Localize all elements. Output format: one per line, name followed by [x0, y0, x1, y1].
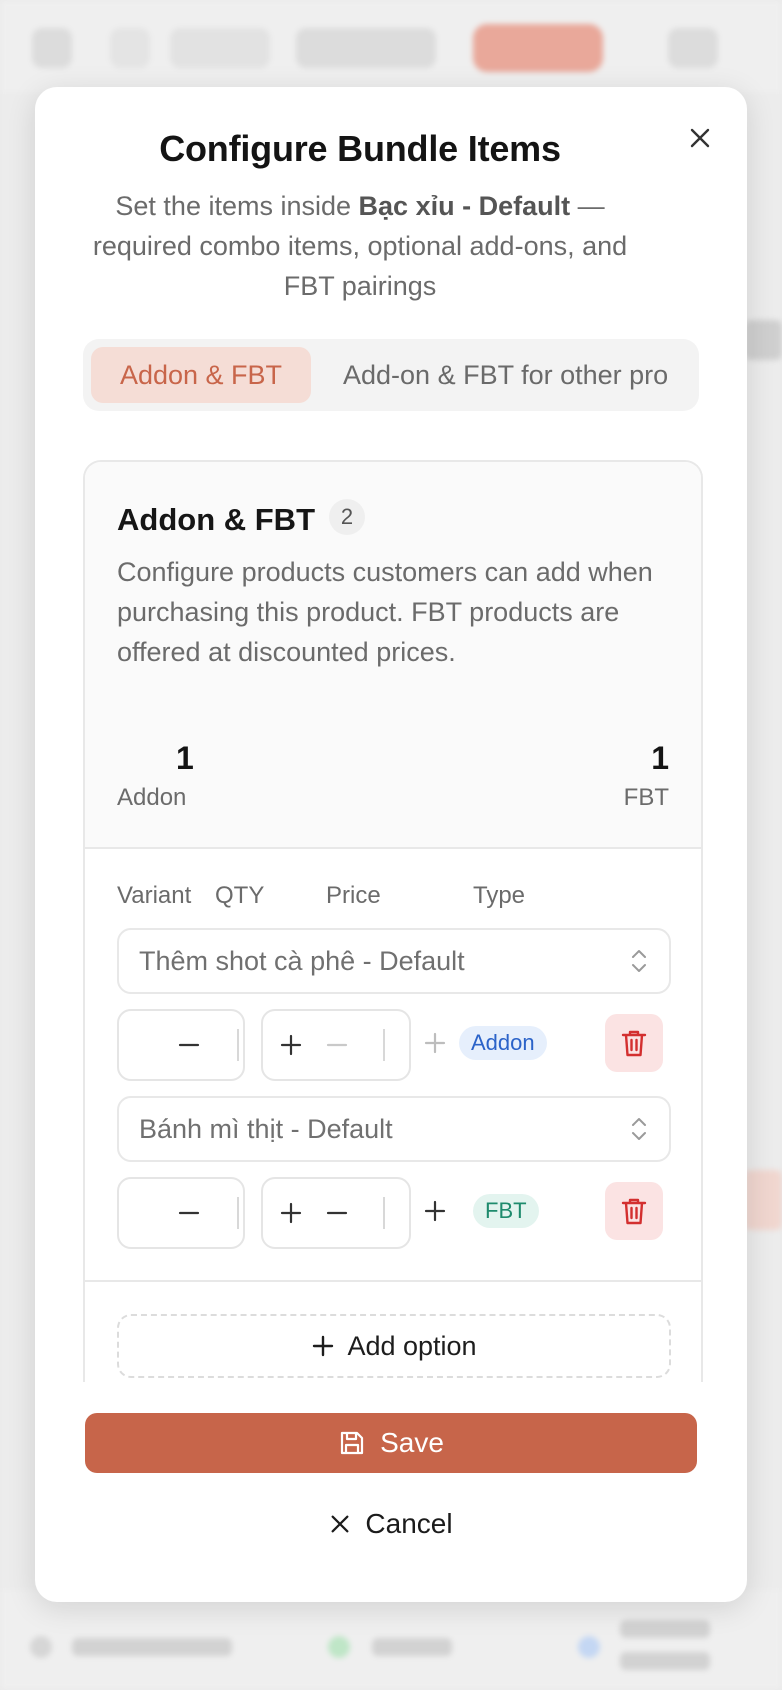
type-badge-fbt: FBT — [473, 1194, 539, 1228]
subtitle-prefix: Set the items inside — [115, 191, 359, 221]
delete-item-button[interactable] — [605, 1182, 663, 1240]
price-decrement-button[interactable] — [317, 1011, 357, 1079]
variant-select-value: Thêm shot cà phê - Default — [139, 946, 465, 976]
plus-icon — [280, 1202, 302, 1224]
column-header-qty: QTY — [215, 882, 265, 909]
background-status-dot — [578, 1636, 600, 1658]
column-header-variant: Variant — [117, 882, 192, 909]
column-header-price: Price — [326, 882, 381, 909]
variant-select[interactable]: Bánh mì thịt - Default — [117, 1096, 671, 1162]
stepper-divider — [237, 1197, 239, 1229]
tab-bar: Addon & FBT Add-on & FBT for other pro — [83, 339, 699, 411]
minus-icon — [326, 1043, 348, 1047]
plus-icon — [424, 1200, 446, 1222]
trash-icon — [621, 1198, 647, 1225]
section-divider — [85, 1280, 701, 1282]
background-status-dot — [328, 1636, 350, 1658]
background-icon — [110, 28, 150, 68]
price-stepper — [261, 1009, 411, 1081]
close-icon — [690, 128, 710, 148]
section-description: Configure products customers can add whe… — [117, 557, 653, 667]
background-bottom-bar — [0, 1590, 782, 1690]
close-icon — [331, 1515, 349, 1533]
background-fragment — [745, 1170, 782, 1230]
plus-icon — [313, 1335, 334, 1357]
modal-subtitle: Set the items inside Bạc xỉu - Default —… — [80, 186, 640, 306]
background-icon — [32, 28, 72, 68]
save-button[interactable]: Save — [85, 1413, 697, 1473]
delete-item-button[interactable] — [605, 1014, 663, 1072]
tab-addon-fbt-other-products[interactable]: Add-on & FBT for other pro — [343, 347, 668, 403]
price-decrement-button[interactable] — [317, 1179, 357, 1247]
chevron-up-down-icon — [632, 1118, 646, 1140]
qty-decrement-button[interactable] — [169, 1011, 209, 1079]
background-notification-label — [72, 1638, 232, 1656]
qty-stepper — [117, 1177, 245, 1249]
variant-select-value: Bánh mì thịt - Default — [139, 1114, 393, 1144]
minus-icon — [178, 1043, 200, 1047]
addon-count-label: Addon — [117, 784, 187, 811]
stepper-divider — [237, 1029, 239, 1061]
fbt-count-label: FBT — [623, 784, 669, 811]
cancel-button[interactable]: Cancel — [300, 1497, 482, 1551]
close-button[interactable] — [680, 118, 720, 158]
add-option-button[interactable]: Add option — [117, 1314, 671, 1378]
minus-icon — [326, 1211, 348, 1215]
background-online-orders-label — [620, 1620, 710, 1638]
price-increment-button[interactable] — [271, 1011, 311, 1079]
fbt-count: 1 — [651, 740, 669, 776]
background-today-label — [372, 1638, 452, 1656]
minus-icon — [178, 1211, 200, 1215]
background-cancel-button — [296, 28, 436, 68]
background-save-button — [473, 24, 603, 72]
plus-icon — [280, 1034, 302, 1056]
background-toolbar — [0, 0, 782, 92]
modal-title: Configure Bundle Items — [159, 128, 561, 169]
trash-icon — [621, 1030, 647, 1057]
tab-addon-fbt[interactable]: Addon & FBT — [91, 347, 311, 403]
price-increment-button[interactable] — [271, 1179, 311, 1247]
section-header: Addon & FBT 2 Configure products custome… — [85, 462, 701, 849]
cancel-label: Cancel — [365, 1508, 453, 1539]
qty-decrement-button[interactable] — [169, 1179, 209, 1247]
save-icon — [340, 1431, 364, 1455]
background-icon — [30, 1636, 52, 1658]
background-edit-button — [170, 28, 270, 68]
save-label: Save — [380, 1427, 444, 1458]
add-option-label: Add option — [347, 1330, 477, 1361]
addon-count: 1 — [176, 740, 194, 776]
stepper-divider — [383, 1029, 385, 1061]
stepper-divider — [383, 1197, 385, 1229]
price-stepper — [261, 1177, 411, 1249]
plus-icon — [424, 1032, 446, 1054]
column-header-type: Type — [473, 882, 526, 909]
background-icon — [668, 28, 718, 68]
chevron-up-down-icon — [632, 950, 646, 972]
addon-fbt-section: Addon & FBT 2 Configure products custome… — [83, 460, 703, 1382]
type-toggle-button[interactable] — [417, 1177, 453, 1245]
type-badge-addon: Addon — [459, 1026, 547, 1060]
type-toggle-button[interactable] — [417, 1009, 453, 1077]
section-count-badge: 2 — [329, 499, 365, 535]
variant-select[interactable]: Thêm shot cà phê - Default — [117, 928, 671, 994]
background-fragment — [745, 320, 782, 360]
qty-stepper — [117, 1009, 245, 1081]
background-online-orders-label — [620, 1652, 710, 1670]
section-title: Addon & FBT — [117, 502, 316, 537]
subtitle-product: Bạc xỉu - Default — [358, 191, 571, 221]
